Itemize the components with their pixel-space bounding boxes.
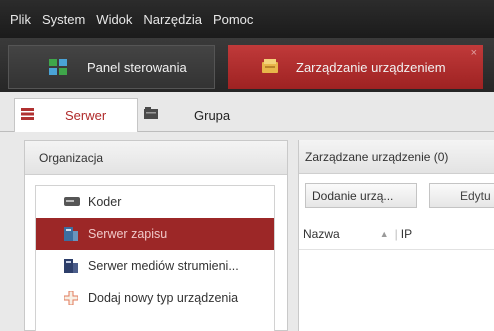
column-name[interactable]: Nazwa xyxy=(303,227,340,241)
tree-item-label: Serwer zapisu xyxy=(88,227,168,241)
menu-view[interactable]: Widok xyxy=(96,12,132,27)
tree-item-add-device-type[interactable]: Dodaj nowy typ urządzenia xyxy=(36,282,274,314)
organization-panel-title: Organizacja xyxy=(25,141,287,175)
menu-bar: Plik System Widok Narzędzia Pomoc xyxy=(0,0,494,38)
device-toolbar: Dodanie urzą... Edytu xyxy=(299,180,494,210)
tree-item-label: Serwer mediów strumieni... xyxy=(88,259,239,273)
server-icon xyxy=(21,108,34,120)
tab-device-management-label: Zarządzanie urządzeniem xyxy=(296,59,446,75)
storage-server-icon xyxy=(64,227,78,241)
module-tab-bar: Panel sterowania Zarządzanie urządzeniem… xyxy=(0,38,494,92)
add-device-button[interactable]: Dodanie urzą... xyxy=(305,183,417,208)
tab-control-panel[interactable]: Panel sterowania xyxy=(8,45,215,89)
tab-group[interactable]: Grupa xyxy=(140,98,260,132)
tree-item-stream-server[interactable]: Serwer mediów strumieni... xyxy=(36,250,274,282)
tree-item-label: Koder xyxy=(88,195,122,209)
edit-button[interactable]: Edytu xyxy=(429,183,494,208)
column-ip[interactable]: IP xyxy=(401,227,412,241)
organization-panel: Organizacja Koder Serwer zapisu Serwer m xyxy=(24,140,288,331)
tab-control-panel-label: Panel sterowania xyxy=(87,59,187,75)
menu-file[interactable]: Plik xyxy=(10,12,31,27)
menu-help[interactable]: Pomoc xyxy=(213,12,253,27)
sort-ascending-icon[interactable]: ▲ xyxy=(380,229,389,239)
tab-server-label: Serwer xyxy=(65,108,107,123)
group-folder-icon xyxy=(144,107,158,119)
tree-item-encoder[interactable]: Koder xyxy=(36,186,274,218)
managed-devices-panel: Zarządzane urządzenie (0) Dodanie urzą..… xyxy=(298,140,494,331)
menu-tools[interactable]: Narzędzia xyxy=(143,12,202,27)
tree-item-label: Dodaj nowy typ urządzenia xyxy=(88,291,239,305)
tree-item-storage-server[interactable]: Serwer zapisu xyxy=(36,218,274,250)
column-separator[interactable]: | xyxy=(395,227,398,241)
grid-icon xyxy=(49,59,67,75)
device-table-header: Nazwa ▲ | IP xyxy=(299,218,494,250)
encoder-icon xyxy=(64,197,80,206)
managed-devices-title: Zarządzane urządzenie (0) xyxy=(299,140,494,174)
tab-device-management[interactable]: Zarządzanie urządzeniem × xyxy=(228,45,483,89)
sub-tab-bar: Serwer Grupa xyxy=(0,92,494,132)
device-box-icon xyxy=(262,59,278,73)
tab-server[interactable]: Serwer xyxy=(14,98,138,132)
tab-group-label: Grupa xyxy=(194,107,231,123)
add-device-type-icon xyxy=(64,291,78,305)
close-icon[interactable]: × xyxy=(471,47,477,59)
stream-server-icon xyxy=(64,259,78,273)
menu-system[interactable]: System xyxy=(42,12,85,27)
organization-tree: Koder Serwer zapisu Serwer mediów strumi… xyxy=(35,185,275,331)
